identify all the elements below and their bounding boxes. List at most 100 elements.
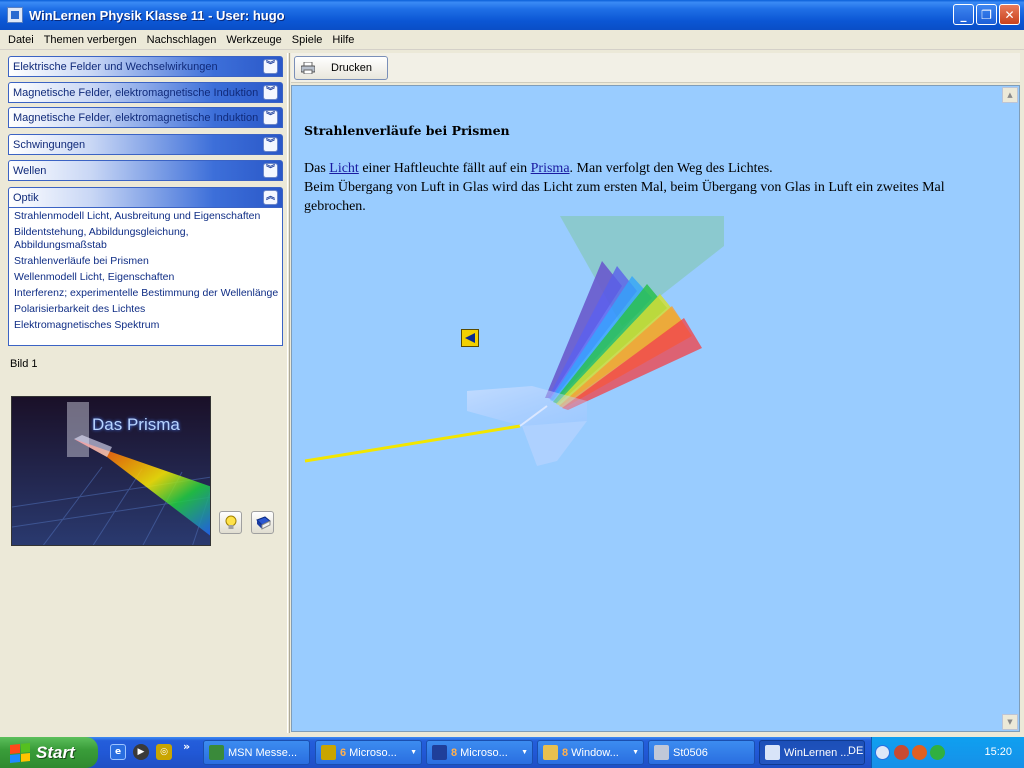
quicklaunch-app-icon[interactable]: ◎	[156, 744, 172, 760]
section-wellen[interactable]: Wellen ︾	[8, 160, 283, 181]
menu-spiele[interactable]: Spiele	[287, 34, 328, 46]
list-item[interactable]: Strahlenmodell Licht, Ausbreitung und Ei…	[14, 210, 282, 223]
word-icon	[432, 745, 447, 760]
system-tray: DE 15:20	[848, 737, 1024, 768]
msn-icon	[209, 745, 224, 760]
play-back-icon	[465, 333, 475, 343]
topic-sidebar: Elektrische Felder und Wechselwirkungen …	[4, 53, 287, 733]
menu-werkzeuge[interactable]: Werkzeuge	[221, 34, 286, 46]
list-item[interactable]: Bildentstehung, Abbildungsgleichung, Abb…	[14, 226, 282, 251]
chevron-left-icon[interactable]	[875, 745, 890, 760]
taskbar: Start e ▶ ◎ » MSN Messe... 6 Microso... …	[0, 737, 1024, 768]
windows-logo-icon	[10, 742, 30, 763]
prism-illustration	[304, 216, 724, 466]
clock: 15:20	[984, 746, 1012, 758]
menu-hilfe[interactable]: Hilfe	[327, 34, 359, 46]
reference-book-button[interactable]	[251, 511, 274, 534]
quicklaunch-more-icon[interactable]: »	[183, 740, 190, 753]
task-label: St0506	[673, 746, 708, 759]
section-label: Wellen	[13, 164, 47, 177]
window-title: WinLernen Physik Klasse 11 - User: hugo	[29, 7, 285, 23]
chevron-up-icon[interactable]: ︽	[263, 190, 278, 205]
firewall-icon[interactable]	[912, 745, 927, 760]
task-label: WinLernen ...	[784, 746, 850, 759]
chevron-down-icon[interactable]: ︾	[263, 137, 278, 152]
section-label: Schwingungen	[13, 138, 86, 151]
window-controls: _ ❐ ✕	[953, 4, 1020, 25]
app-group-icon	[321, 745, 336, 760]
chevron-down-icon[interactable]: ︾	[263, 59, 278, 74]
task-label: MSN Messe...	[228, 746, 298, 759]
image-caption: Bild 1	[10, 358, 38, 370]
section-label: Magnetische Felder, elektromagnetische I…	[13, 86, 261, 99]
task-st0506[interactable]: St0506	[648, 740, 755, 765]
list-item[interactable]: Polarisierbarkeit des Lichtes	[14, 303, 282, 316]
task-msn-messenger[interactable]: MSN Messe...	[203, 740, 310, 765]
task-count: 6	[340, 746, 347, 759]
media-player-icon[interactable]: ▶	[133, 744, 149, 760]
section-label: Magnetische Felder, elektromagnetische I…	[13, 111, 261, 124]
lesson-content: Strahlenverläufe bei Prismen Das Licht e…	[291, 85, 1020, 732]
security-check-icon[interactable]	[930, 745, 945, 760]
task-label: Microso...	[349, 746, 397, 759]
section-schwingungen[interactable]: Schwingungen ︾	[8, 134, 283, 155]
lightbulb-icon	[225, 515, 236, 529]
language-indicator[interactable]: DE	[848, 745, 863, 757]
chevron-down-icon: ▼	[632, 749, 639, 756]
chevron-down-icon[interactable]: ︾	[263, 85, 278, 100]
hint-button[interactable]	[219, 511, 242, 534]
spectrum-fan	[545, 261, 702, 410]
toolbar: Drucken	[291, 53, 1020, 83]
incoming-light-ray	[304, 424, 521, 463]
list-item[interactable]: Elektromagnetisches Spektrum	[14, 319, 282, 332]
folder-icon	[543, 745, 558, 760]
menu-datei[interactable]: Datei	[3, 34, 39, 46]
chevron-down-icon[interactable]: ︾	[263, 110, 278, 125]
section-magnetische-felder-2[interactable]: Magnetische Felder, elektromagnetische I…	[8, 107, 283, 128]
start-button[interactable]: Start	[0, 737, 98, 768]
ie-icon[interactable]: e	[110, 744, 126, 760]
task-label: Microso...	[460, 746, 508, 759]
chevron-down-icon: ▼	[410, 749, 417, 756]
list-item[interactable]: Interferenz; experimentelle Bestimmung d…	[14, 287, 282, 300]
chevron-down-icon[interactable]: ︾	[263, 163, 278, 178]
close-button[interactable]: ✕	[999, 4, 1020, 25]
menu-bar: Datei Themen verbergen Nachschlagen Werk…	[0, 30, 1024, 50]
section-label: Optik	[13, 191, 39, 204]
app-icon	[7, 7, 23, 23]
restore-button[interactable]: ❐	[976, 4, 997, 25]
task-label: Window...	[571, 746, 619, 759]
optik-topic-list: Strahlenmodell Licht, Ausbreitung und Ei…	[8, 208, 283, 346]
scroll-down-button[interactable]: ▼	[1002, 714, 1018, 730]
task-group-windows[interactable]: 8 Window... ▼	[537, 740, 644, 765]
list-item[interactable]: Strahlenverläufe bei Prismen	[14, 255, 282, 268]
document-icon	[654, 745, 669, 760]
minimize-button[interactable]: _	[953, 4, 974, 25]
task-group-microsoft-2[interactable]: 8 Microso... ▼	[426, 740, 533, 765]
section-magnetische-felder-1[interactable]: Magnetische Felder, elektromagnetische I…	[8, 82, 283, 103]
book-icon	[255, 515, 271, 530]
vertical-scrollbar[interactable]: ▲ ▼	[1002, 86, 1019, 731]
list-item[interactable]: Wellenmodell Licht, Eigenschaften	[14, 271, 282, 284]
chevron-down-icon: ▼	[521, 749, 528, 756]
prism-thumbnail[interactable]: Das Prisma	[11, 396, 211, 546]
section-elektrische-felder[interactable]: Elektrische Felder und Wechselwirkungen …	[8, 56, 283, 77]
print-label: Drucken	[331, 62, 372, 74]
scroll-up-button[interactable]: ▲	[1002, 87, 1018, 103]
panel-splitter[interactable]	[287, 53, 290, 733]
start-label: Start	[36, 742, 75, 762]
title-bar: WinLernen Physik Klasse 11 - User: hugo …	[0, 0, 1024, 30]
section-optik[interactable]: Optik ︽	[8, 187, 283, 208]
task-count: 8	[562, 746, 569, 759]
back-button[interactable]	[461, 329, 479, 347]
print-button[interactable]: Drucken	[294, 56, 388, 80]
winlernen-icon	[765, 745, 780, 760]
network-icon[interactable]	[894, 745, 909, 760]
printer-icon	[301, 62, 315, 74]
task-count: 8	[451, 746, 458, 759]
task-group-microsoft-1[interactable]: 6 Microso... ▼	[315, 740, 422, 765]
thumbnail-title: Das Prisma	[92, 415, 180, 434]
section-label: Elektrische Felder und Wechselwirkungen	[13, 60, 218, 73]
menu-nachschlagen[interactable]: Nachschlagen	[142, 34, 222, 46]
menu-themen-verbergen[interactable]: Themen verbergen	[39, 34, 142, 46]
